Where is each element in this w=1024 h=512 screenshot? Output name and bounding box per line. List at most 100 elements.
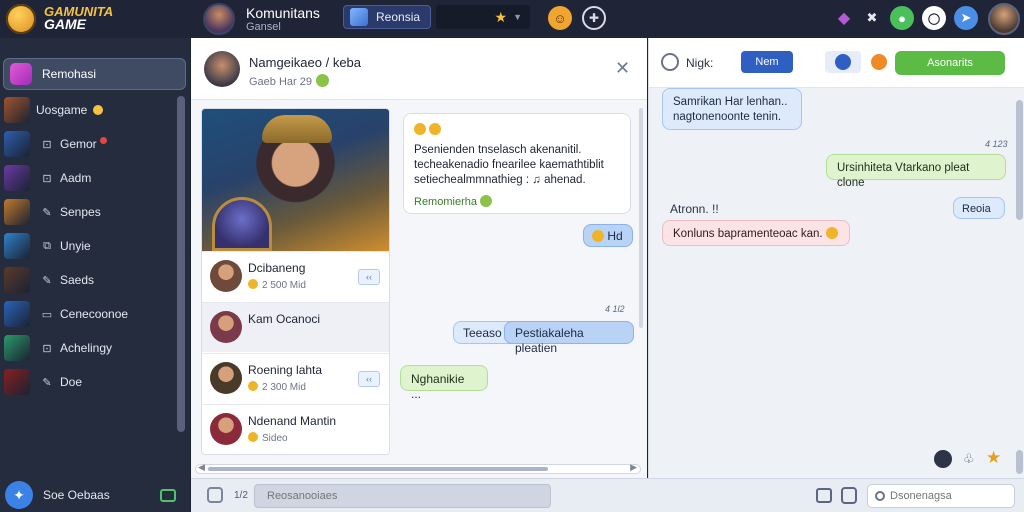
game-thumbnail <box>4 267 30 293</box>
message-tag-text: Remomierha <box>414 196 477 208</box>
card-row[interactable]: Dcibaneng 2 500 Mid ‹‹ <box>202 251 389 301</box>
game-icon[interactable] <box>934 450 952 468</box>
top-tab[interactable]: Reonsia <box>343 5 431 29</box>
fire-icon[interactable] <box>871 54 887 70</box>
sidebar-item[interactable]: ✎ Doe <box>0 367 176 397</box>
chat-scrollbar[interactable] <box>639 108 643 328</box>
card-row[interactable]: Roening lahta 2 300 Mid ‹‹ <box>202 353 389 403</box>
message-input[interactable] <box>254 484 551 508</box>
card-row-button[interactable]: ‹‹ <box>358 371 380 387</box>
emoji-icon <box>480 195 493 207</box>
sidebar-item-label: Senpes <box>60 205 101 219</box>
item-type-icon: ✎ <box>42 206 52 219</box>
chat-title: Namgeikaeo / keba <box>249 55 362 70</box>
avatar <box>210 260 242 292</box>
emoji-icon <box>414 123 426 135</box>
side-scrollbar[interactable] <box>1016 100 1023 220</box>
message-incoming-green[interactable]: Nghanikie ... <box>400 365 488 401</box>
gem-icon[interactable]: ◆ <box>832 6 856 30</box>
side-message-outgoing[interactable]: Ursinhiteta Vtarkano pleat clone <box>826 154 1006 189</box>
side-chat-header: Nigk: Nem Asonarits <box>649 38 1024 88</box>
card-row-name: Ndenand Mantin <box>248 414 337 428</box>
sidebar-item-label: Gemor <box>60 137 97 151</box>
sidebar-item-label: Uosgame <box>36 103 88 117</box>
sidebar-item[interactable]: Uosgame <box>0 95 176 125</box>
emoji-icon <box>592 230 604 242</box>
search-input[interactable] <box>867 484 1015 508</box>
sidebar-item-label: Doe <box>60 375 83 389</box>
game-thumbnail <box>4 131 30 157</box>
hero-card: Dcibaneng 2 500 Mid ‹‹ Kam Ocanoci Roening l… <box>201 108 390 455</box>
chat-header: Namgeikaeo / keba Gaeb Har 29 ✕ <box>191 38 647 100</box>
user-avatar[interactable] <box>988 3 1020 35</box>
coin-icon <box>248 432 258 442</box>
join-button[interactable]: Asonarits <box>895 51 1005 75</box>
side-reply-bubble[interactable]: Reoia <box>953 197 1005 219</box>
avatar <box>210 311 242 343</box>
star-icon[interactable]: ★ <box>986 448 1001 468</box>
side-scrollbar-bottom[interactable] <box>1016 450 1023 474</box>
scroll-right-icon[interactable]: ▶ <box>630 462 637 473</box>
card-row-meta: Sideo <box>248 432 288 444</box>
toggle-icon <box>835 54 851 70</box>
side-message-incoming[interactable]: Samrikan Har lenhan.. nagtonenoonte teni… <box>662 88 802 130</box>
gamepad-icon[interactable]: ✖ <box>860 6 884 30</box>
reaction-icons <box>414 122 442 137</box>
card-row-button[interactable]: ‹‹ <box>358 269 380 285</box>
item-type-icon: ✎ <box>42 376 52 389</box>
filter-dropdown[interactable]: ★ ▼ <box>436 5 530 29</box>
image-icon[interactable] <box>816 488 832 503</box>
toggle-button[interactable] <box>825 51 861 73</box>
compass-icon[interactable]: ✚ <box>582 6 606 30</box>
timestamp: 4 1l2 <box>605 304 625 314</box>
hero-image[interactable] <box>202 109 389 251</box>
scroll-thumb[interactable] <box>208 467 548 471</box>
profile-icon: ✦ <box>5 481 33 509</box>
card-row-name: Kam Ocanoci <box>248 312 321 326</box>
card-row-meta: 2 500 Mid <box>248 279 306 291</box>
message-outgoing-small[interactable]: Hd <box>583 224 633 247</box>
sidebar-item[interactable]: ▭ Cenecoonoe <box>0 299 176 329</box>
emoji-icon[interactable]: ☺ <box>548 6 572 30</box>
sidebar: Remohasi Uosgame ⊡ Gemor ⊡ Aadm ✎ Senpes ⧉ Unyie… <box>0 38 190 512</box>
game-thumbnail <box>4 335 30 361</box>
top-tab-label: Reonsia <box>376 10 421 24</box>
clock-icon[interactable] <box>841 487 857 504</box>
input-bar: 1/2 <box>191 478 1024 512</box>
sidebar-scrollbar[interactable] <box>177 96 185 432</box>
chat-horizontal-scrollbar[interactable]: ◀ ▶ <box>195 462 641 474</box>
item-type-icon: ⊡ <box>42 342 52 355</box>
message-text: Konluns bapramenteoac kan. <box>673 228 823 240</box>
notification-icon[interactable]: ● <box>890 6 914 30</box>
app-logo-icon[interactable] <box>6 4 36 34</box>
attach-icon[interactable] <box>207 487 223 503</box>
card-row[interactable]: Kam Ocanoci <box>202 302 389 352</box>
side-message-pink[interactable]: Konluns bapramenteoac kan. <box>662 220 850 246</box>
refresh-icon[interactable] <box>661 53 679 71</box>
card-row[interactable]: Ndenand Mantin Sideo <box>202 404 389 454</box>
side-chat-tab[interactable]: Nem <box>741 51 793 73</box>
sidebar-item[interactable]: ⊡ Gemor <box>0 129 176 159</box>
message-outgoing[interactable]: Pestiakaleha pleatien <box>504 321 634 355</box>
chat-panel: Namgeikaeo / keba Gaeb Har 29 ✕ Dcibanen… <box>191 38 647 478</box>
online-status-icon <box>315 74 329 87</box>
chat-icon[interactable] <box>160 488 176 502</box>
chat-avatar[interactable] <box>204 51 240 87</box>
record-icon[interactable]: ◯ <box>922 6 946 30</box>
sidebar-item[interactable]: ✎ Senpes <box>0 197 176 227</box>
sidebar-item[interactable]: ⊡ Achelingy <box>0 333 176 363</box>
chevron-down-icon: ▼ <box>513 12 522 22</box>
coin-icon <box>248 279 258 289</box>
sidebar-item[interactable]: ⊡ Aadm <box>0 163 176 193</box>
scroll-left-icon[interactable]: ◀ <box>198 462 205 473</box>
community-avatar[interactable] <box>203 3 235 35</box>
sidebar-item[interactable]: ⧉ Unyie <box>0 231 176 261</box>
sidebar-footer[interactable]: ✦ Soe Oebaas <box>0 478 190 512</box>
sidebar-item-active[interactable]: Remohasi <box>3 58 186 90</box>
sidebar-item[interactable]: ✎ Saeds <box>0 265 176 295</box>
message-incoming[interactable]: Psenienden tnselasch akenanitil. techeak… <box>403 113 631 214</box>
like-icon[interactable]: ♧ <box>963 451 975 467</box>
send-icon[interactable]: ➤ <box>954 6 978 30</box>
sidebar-item-label: Achelingy <box>60 341 113 355</box>
close-icon[interactable]: ✕ <box>615 58 630 79</box>
